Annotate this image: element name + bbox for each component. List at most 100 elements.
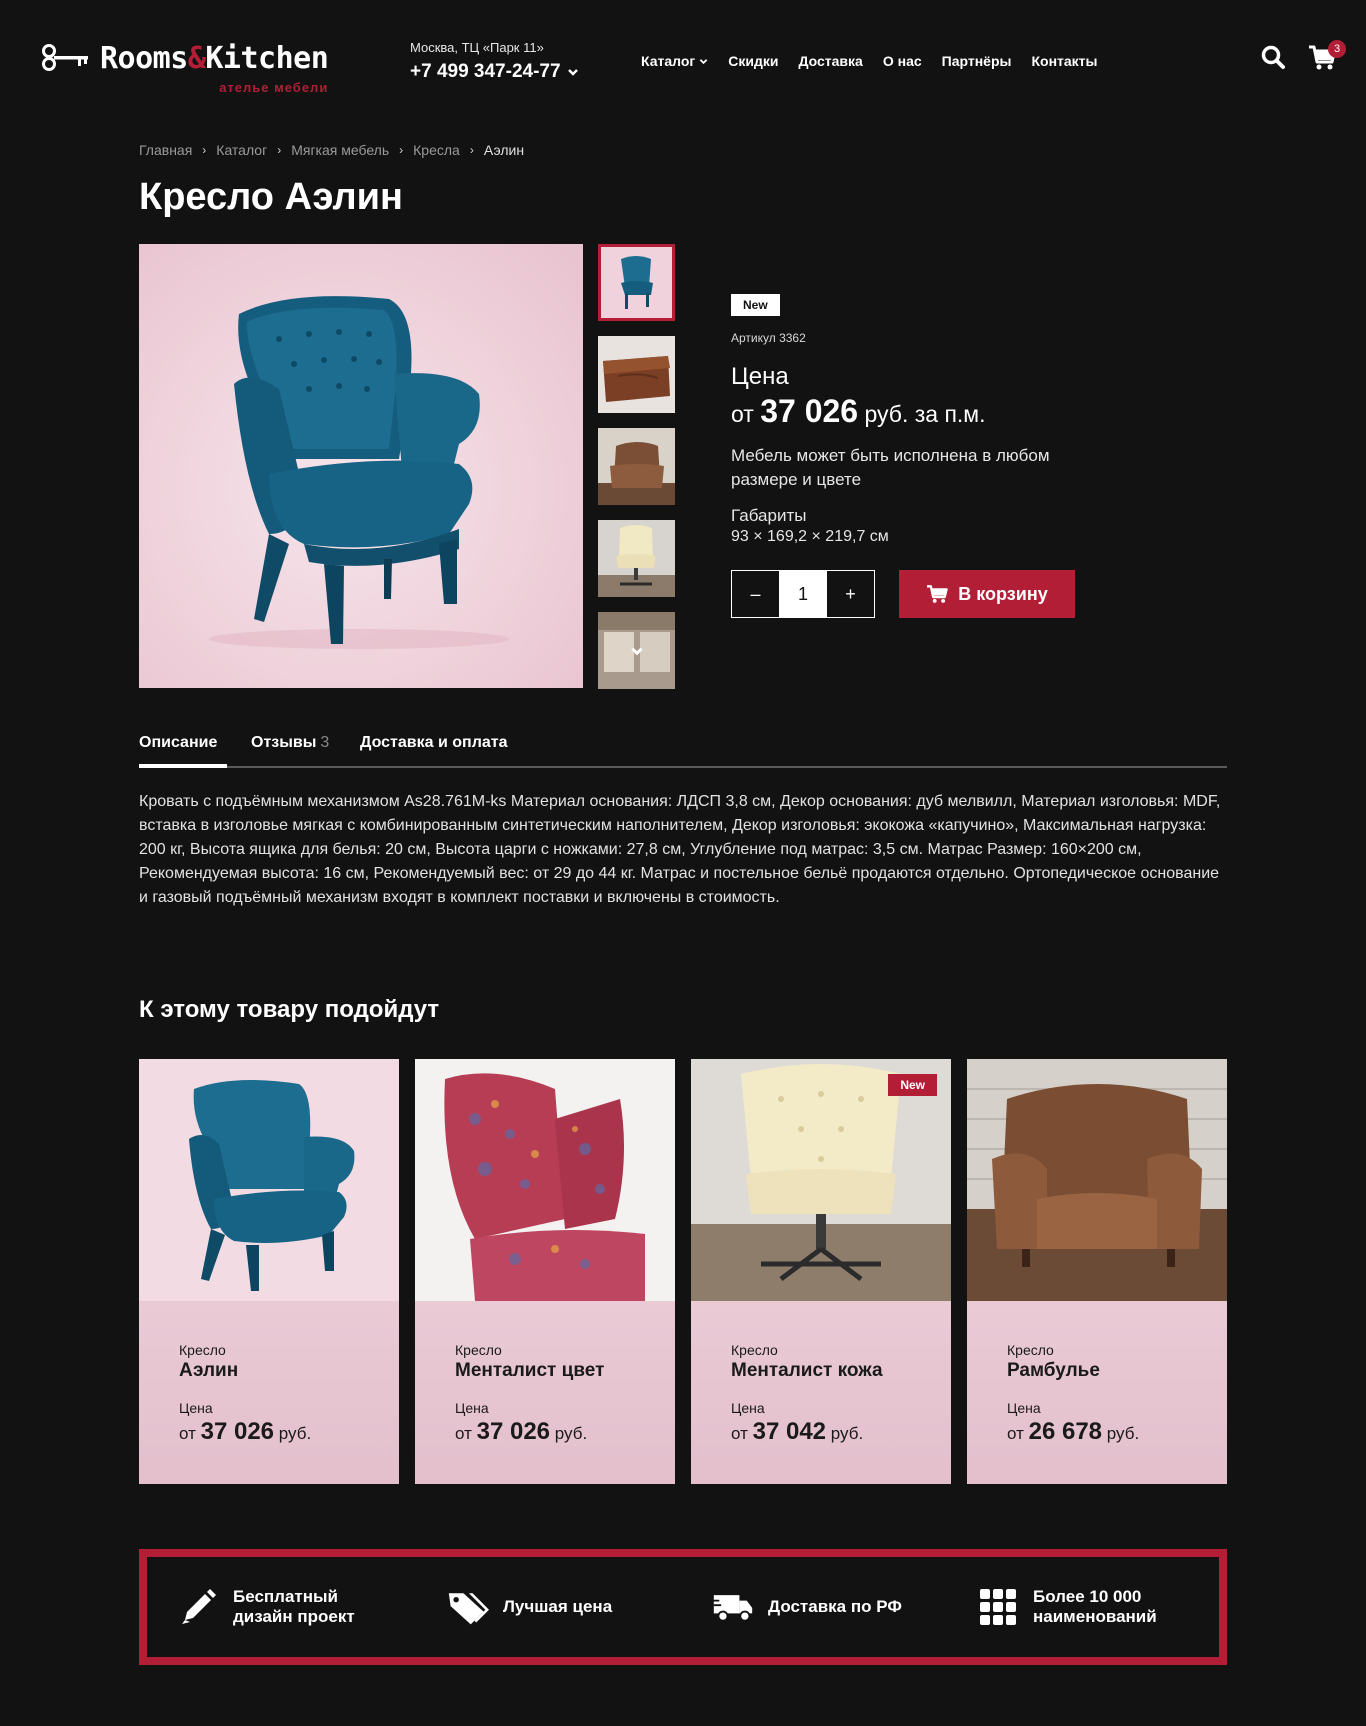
armchair-illustration <box>209 296 509 649</box>
breadcrumb-armchairs[interactable]: Кресла <box>413 142 460 158</box>
site-header: Rooms&Kitchen ателье мебели Москва, ТЦ «… <box>0 0 1366 120</box>
product-card-price-label: Цена <box>731 1400 765 1416</box>
chevron-down-icon <box>630 647 643 655</box>
breadcrumb-soft-furniture[interactable]: Мягкая мебель <box>291 142 389 158</box>
chevron-right-icon: › <box>277 143 282 157</box>
breadcrumb-current: Аэлин <box>483 142 525 158</box>
product-card-body: Кресло Аэлин Цена от 37 026 руб. <box>179 1342 311 1446</box>
product-card-body: Кресло Менталист цвет Цена от 37 026 руб… <box>455 1342 604 1446</box>
tab-delivery-payment[interactable]: Доставка и оплата <box>360 734 508 768</box>
thumbnail-3[interactable] <box>598 428 675 505</box>
product-card-image: New <box>691 1059 951 1301</box>
product-card[interactable]: Кресло Рамбулье Цена от 26 678 руб. <box>967 1059 1227 1484</box>
truck-icon <box>712 1595 753 1622</box>
logo-tagline: ателье мебели <box>219 80 329 95</box>
product-card-image <box>139 1059 399 1301</box>
product-card-category: Кресло <box>179 1342 226 1358</box>
tab-description[interactable]: Описание <box>139 734 227 768</box>
product-card[interactable]: Кресло Аэлин Цена от 37 026 руб. <box>139 1059 399 1484</box>
breadcrumb-catalog[interactable]: Каталог <box>216 142 267 158</box>
quantity-decrease-button[interactable]: – <box>732 571 779 617</box>
tags-icon <box>448 1593 489 1625</box>
dimensions-label: Габариты <box>731 506 807 525</box>
product-card-name: Рамбулье <box>1007 1360 1100 1381</box>
main-nav: Каталог Скидки Доставка О нас Партнёры К… <box>641 53 1117 69</box>
thumbnail-1[interactable] <box>598 244 675 321</box>
product-card-category: Кресло <box>455 1342 502 1358</box>
product-card-price: от 26 678 руб. <box>1007 1418 1140 1445</box>
product-card-price-label: Цена <box>179 1400 213 1416</box>
pencil-icon <box>182 1589 216 1624</box>
feature-assortment: Более 10 000 наименований <box>977 1557 1157 1657</box>
cart-icon <box>927 585 949 603</box>
product-info: New Артикул 3362 Цена от 37 026 руб. за … <box>731 294 1131 618</box>
product-card-image <box>415 1059 675 1301</box>
product-card-category: Кресло <box>731 1342 778 1358</box>
product-main-image[interactable] <box>139 244 583 688</box>
chevron-down-icon <box>567 69 578 76</box>
phone-number: +7 499 347-24-77 <box>410 61 561 82</box>
search-button[interactable] <box>1260 44 1288 72</box>
feature-best-price: Лучшая цена <box>447 1557 612 1657</box>
thumbnail-2[interactable] <box>598 336 675 413</box>
quantity-input[interactable] <box>779 571 827 617</box>
add-to-cart-button[interactable]: В корзину <box>899 570 1075 618</box>
product-card-name: Аэлин <box>179 1360 239 1381</box>
price-amount: 37 026 <box>760 393 859 429</box>
product-card-name: Менталист цвет <box>455 1360 605 1381</box>
related-products: Кресло Аэлин Цена от 37 026 руб. Кресло <box>139 1059 1227 1484</box>
nav-catalog[interactable]: Каталог <box>641 53 708 69</box>
key-logo-icon <box>42 44 88 71</box>
grid-icon <box>980 1589 1016 1625</box>
price-label: Цена <box>731 363 789 390</box>
product-card-category: Кресло <box>1007 1342 1054 1358</box>
thumbnail-4[interactable] <box>598 520 675 597</box>
tab-reviews[interactable]: Отзывы 3 <box>251 734 329 768</box>
buy-row: – + В корзину <box>731 570 1131 618</box>
product-card-price-label: Цена <box>455 1400 489 1416</box>
new-badge: New <box>731 294 780 316</box>
dimensions-value: 93 × 169,2 × 219,7 см <box>731 528 889 545</box>
product-card[interactable]: Кресло Менталист цвет Цена от 37 026 руб… <box>415 1059 675 1484</box>
product-tabs: Описание Отзывы 3 Доставка и оплата <box>139 728 1227 768</box>
logo-wordmark: Rooms&Kitchen ателье мебели <box>100 42 329 96</box>
product-card-price: от 37 042 руб. <box>731 1418 864 1445</box>
quantity-stepper: – + <box>731 570 875 618</box>
product-sku: Артикул 3362 <box>731 331 806 345</box>
cart-button[interactable]: 3 <box>1308 40 1346 72</box>
logo[interactable]: Rooms&Kitchen ателье мебели <box>40 42 329 96</box>
thumbnail-5[interactable] <box>598 612 675 689</box>
thumbnail-strip <box>598 244 675 704</box>
quantity-increase-button[interactable]: + <box>827 571 874 617</box>
breadcrumb-home[interactable]: Главная <box>139 142 192 158</box>
product-card-body: Кресло Менталист кожа Цена от 37 042 руб… <box>731 1342 883 1446</box>
chevron-right-icon: › <box>202 143 207 157</box>
customization-note: Мебель может быть исполнена в любом разм… <box>731 446 1050 489</box>
chevron-right-icon: › <box>399 143 404 157</box>
related-title: К этому товару подойдут <box>139 996 440 1023</box>
thumbnails-scroll-down[interactable] <box>598 612 675 689</box>
nav-contacts[interactable]: Контакты <box>1031 53 1097 69</box>
phone-dropdown[interactable]: +7 499 347-24-77 <box>410 61 579 83</box>
price: от 37 026 руб. за п.м. <box>731 393 986 429</box>
product-card-name: Менталист кожа <box>731 1360 883 1381</box>
feature-delivery: Доставка по РФ <box>712 1557 902 1657</box>
nav-delivery[interactable]: Доставка <box>798 53 862 69</box>
product-card-image <box>967 1059 1227 1301</box>
product-description: Кровать с подъёмным механизмом As28.761M… <box>139 793 1221 906</box>
product-card-price: от 37 026 руб. <box>179 1418 312 1445</box>
product-card-body: Кресло Рамбулье Цена от 26 678 руб. <box>1007 1342 1139 1446</box>
page-title: Кресло Аэлин <box>139 176 403 218</box>
feature-free-design: Бесплатный дизайн проект <box>177 1557 355 1657</box>
breadcrumb: Главная › Каталог › Мягкая мебель › Крес… <box>139 142 524 158</box>
cart-count-badge: 3 <box>1328 40 1346 58</box>
advantages-banner: Бесплатный дизайн проект Лучшая цена Дост… <box>139 1549 1227 1665</box>
nav-partners[interactable]: Партнёры <box>942 53 1012 69</box>
nav-about[interactable]: О нас <box>883 53 922 69</box>
chevron-down-icon <box>699 58 708 64</box>
header-actions: 3 <box>1260 40 1346 72</box>
chevron-right-icon: › <box>469 143 474 157</box>
new-badge: New <box>888 1074 937 1096</box>
nav-discounts[interactable]: Скидки <box>728 53 778 69</box>
product-card[interactable]: New Кресло Менталист кожа Цена от 37 042… <box>691 1059 951 1484</box>
